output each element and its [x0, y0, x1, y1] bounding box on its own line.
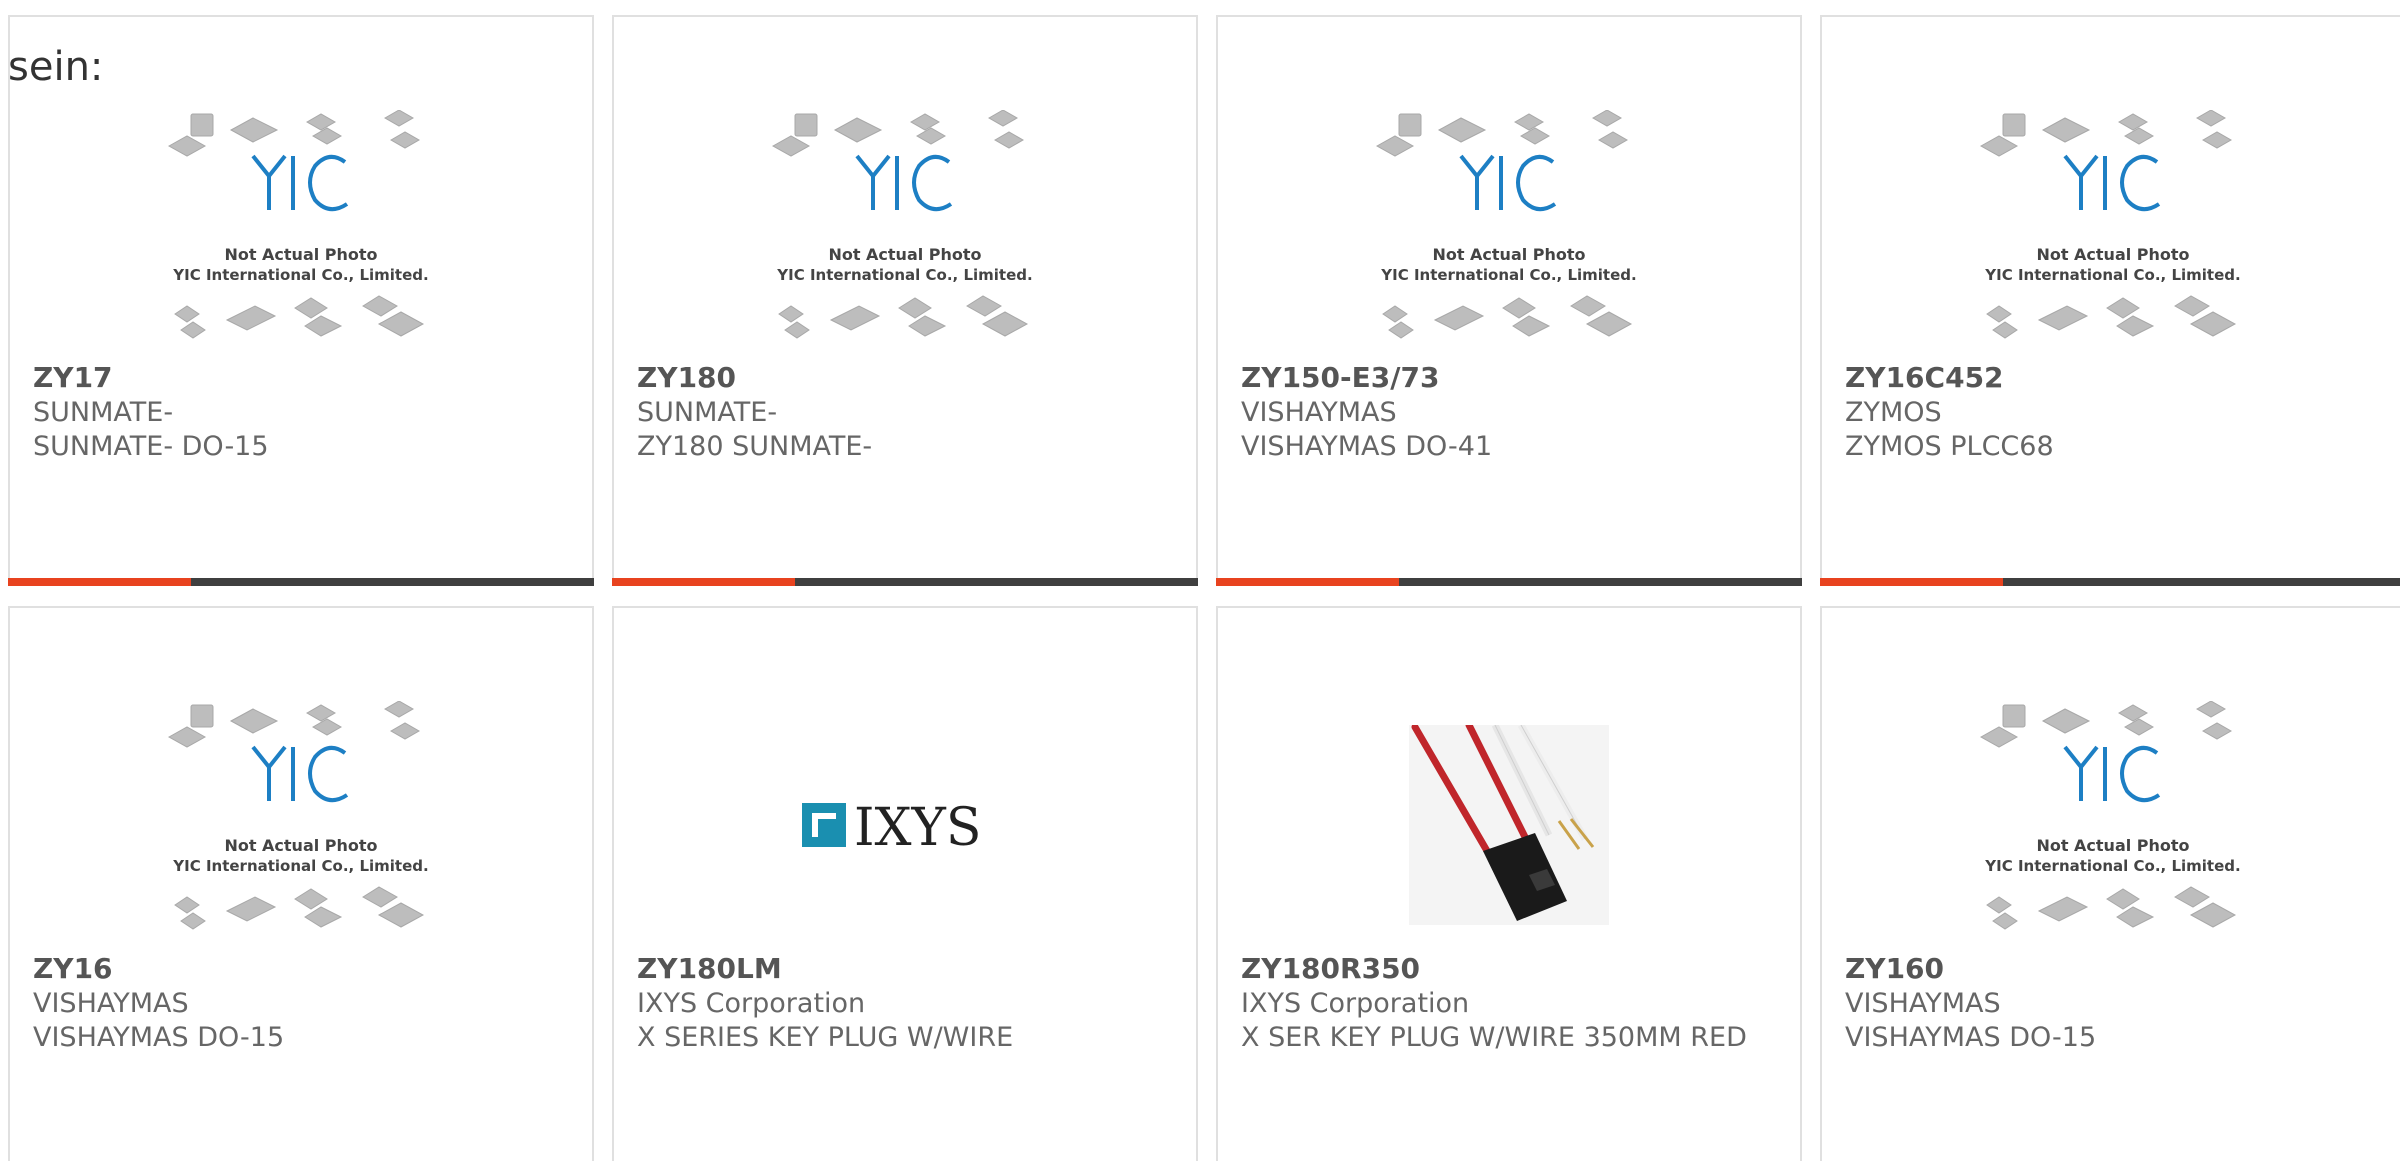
manufacturer: VISHAYMAS — [1845, 988, 2001, 1019]
header-label: sein: — [8, 44, 104, 90]
product-image[interactable]: IXYS — [614, 698, 1196, 952]
svg-text:Not Actual Photo: Not Actual Photo — [224, 245, 377, 264]
placeholder-photo-icon: Not Actual Photo YIC International Co., … — [771, 110, 1033, 339]
product-card[interactable]: Not Actual Photo YIC International Co., … — [1216, 15, 1802, 586]
part-number[interactable]: ZY180R350 — [1241, 951, 1777, 987]
part-number[interactable]: ZY17 — [33, 360, 569, 396]
description: X SERIES KEY PLUG W/WIRE — [637, 1022, 1014, 1053]
placeholder-photo-icon: Not Actual Photo YIC International Co., … — [167, 701, 429, 930]
manufacturer: IXYS Corporation — [637, 988, 866, 1019]
product-image[interactable]: Not Actual Photo YIC International Co., … — [614, 107, 1196, 361]
description: X SER KEY PLUG W/WIRE 350MM RED — [1241, 1022, 1747, 1053]
product-card[interactable]: Not Actual Photo YIC International Co., … — [1820, 606, 2400, 1161]
product-image[interactable] — [1218, 698, 1800, 952]
description: VISHAYMAS DO-41 — [1241, 431, 1493, 462]
product-image[interactable]: Not Actual Photo YIC International Co., … — [1822, 698, 2400, 952]
connector-photo-icon — [1409, 725, 1609, 925]
part-number[interactable]: ZY160 — [1845, 951, 2381, 987]
part-number[interactable]: ZY180 — [637, 360, 1173, 396]
ixys-logo-icon: IXYS — [802, 798, 982, 855]
part-number[interactable]: ZY180LM — [637, 951, 1173, 987]
manufacturer: VISHAYMAS — [1241, 397, 1397, 428]
part-number[interactable]: ZY150-E3/73 — [1241, 360, 1777, 396]
card-accent-bar — [1820, 578, 2400, 586]
svg-text:IXYS: IXYS — [854, 798, 982, 855]
placeholder-photo-icon: Not Actual Photo YIC International Co., … — [1979, 701, 2241, 930]
manufacturer: IXYS Corporation — [1241, 988, 1470, 1019]
product-image[interactable]: Not Actual Photo YIC International Co., … — [10, 698, 592, 952]
manufacturer: VISHAYMAS — [33, 988, 189, 1019]
svg-text:YIC International Co., Limited: YIC International Co., Limited. — [1380, 266, 1636, 284]
description: VISHAYMAS DO-15 — [1845, 1022, 2097, 1053]
card-accent-bar — [612, 578, 1198, 586]
svg-text:Not Actual Photo: Not Actual Photo — [828, 245, 981, 264]
placeholder-photo-icon: Not Actual Photo YIC International Co., … — [1375, 110, 1637, 339]
description: SUNMATE- DO-15 — [33, 431, 269, 462]
svg-text:Not Actual Photo: Not Actual Photo — [2036, 836, 2189, 855]
description: VISHAYMAS DO-15 — [33, 1022, 285, 1053]
product-card[interactable]: Not Actual Photo YIC International Co., … — [612, 15, 1198, 586]
product-image[interactable]: Not Actual Photo YIC International Co., … — [10, 107, 592, 361]
description: ZY180 SUNMATE- — [637, 431, 873, 462]
placeholder-photo-icon: Not Actual Photo YIC International Co., … — [167, 110, 429, 339]
product-image[interactable]: Not Actual Photo YIC International Co., … — [1218, 107, 1800, 361]
svg-text:Not Actual Photo: Not Actual Photo — [224, 836, 377, 855]
product-grid: Not Actual Photo YIC International Co., … — [8, 15, 2400, 1161]
svg-text:YIC International Co., Limited: YIC International Co., Limited. — [776, 266, 1032, 284]
manufacturer: SUNMATE- — [33, 397, 174, 428]
product-image[interactable]: Not Actual Photo YIC International Co., … — [1822, 107, 2400, 361]
manufacturer: ZYMOS — [1845, 397, 1942, 428]
manufacturer: SUNMATE- — [637, 397, 778, 428]
placeholder-photo-icon: Not Actual Photo YIC International Co., … — [1979, 110, 2241, 339]
part-number[interactable]: ZY16 — [33, 951, 569, 987]
card-accent-bar — [1216, 578, 1802, 586]
part-number[interactable]: ZY16C452 — [1845, 360, 2381, 396]
svg-text:YIC International Co., Limited: YIC International Co., Limited. — [172, 857, 428, 875]
description: ZYMOS PLCC68 — [1845, 431, 2054, 462]
product-card[interactable]: IXYS ZY180LM IXYS Corporation X SERIES K… — [612, 606, 1198, 1161]
product-card[interactable]: Not Actual Photo YIC International Co., … — [8, 606, 594, 1161]
product-card[interactable]: ZY180R350 IXYS Corporation X SER KEY PLU… — [1216, 606, 1802, 1161]
svg-text:Not Actual Photo: Not Actual Photo — [1432, 245, 1585, 264]
svg-text:Not Actual Photo: Not Actual Photo — [2036, 245, 2189, 264]
svg-text:YIC International Co., Limited: YIC International Co., Limited. — [1984, 857, 2240, 875]
svg-text:YIC International Co., Limited: YIC International Co., Limited. — [1984, 266, 2240, 284]
product-grid-page: sein: Not Actual Photo YIC International… — [0, 0, 2400, 1161]
product-card[interactable]: Not Actual Photo YIC International Co., … — [8, 15, 594, 586]
svg-text:YIC International Co., Limited: YIC International Co., Limited. — [172, 266, 428, 284]
product-card[interactable]: Not Actual Photo YIC International Co., … — [1820, 15, 2400, 586]
card-accent-bar — [8, 578, 594, 586]
